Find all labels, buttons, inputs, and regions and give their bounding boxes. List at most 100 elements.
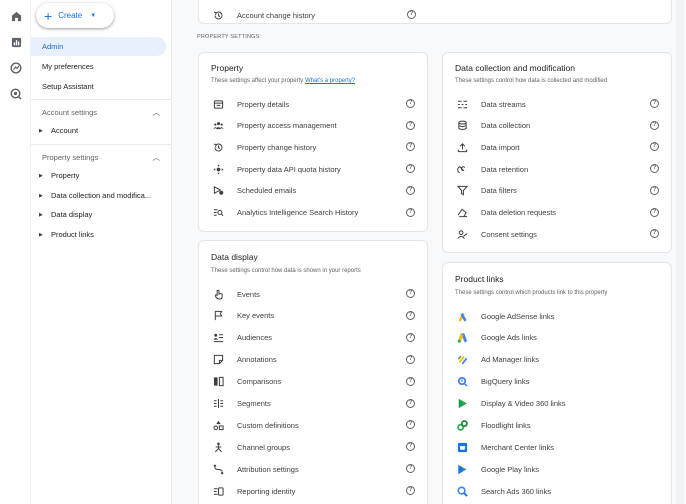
- ad-manager-links-row[interactable]: Ad Manager links: [455, 350, 539, 370]
- row-label: Data retention: [481, 164, 529, 174]
- nav-item-setup-assistant[interactable]: Setup Assistant: [31, 77, 166, 96]
- adsense-icon: [455, 309, 469, 323]
- home-icon[interactable]: [9, 9, 23, 23]
- bigquery-links-row[interactable]: BigQuery links: [455, 372, 529, 392]
- help-icon[interactable]: ?: [406, 185, 415, 195]
- advertising-icon[interactable]: [9, 87, 23, 101]
- eraser-icon: [455, 206, 469, 220]
- create-button[interactable]: + Create ▼: [36, 3, 114, 28]
- explore-icon[interactable]: [9, 61, 23, 75]
- help-icon[interactable]: ?: [406, 442, 415, 452]
- nav-sub-property[interactable]: ▶ Property: [39, 171, 79, 180]
- help-icon[interactable]: ?: [650, 229, 659, 239]
- floodlight-links-row[interactable]: Floodlight links: [455, 416, 531, 436]
- attribution-settings-row[interactable]: Attribution settings: [211, 459, 299, 479]
- card-subtitle: These settings control which products li…: [455, 290, 608, 296]
- help-icon[interactable]: ?: [650, 207, 659, 217]
- channel-groups-row[interactable]: Channel groups: [211, 437, 290, 457]
- help-icon[interactable]: ?: [406, 289, 415, 298]
- comparisons-row[interactable]: Comparisons: [211, 372, 281, 392]
- database-icon: [455, 119, 469, 133]
- property-access-management-row[interactable]: Property access management: [211, 116, 337, 136]
- property-data-api-quota-history-row[interactable]: Property data API quota history: [211, 159, 341, 179]
- help-icon[interactable]: ?: [406, 310, 415, 320]
- nav-sub-data-display[interactable]: ▶ Data display: [39, 210, 92, 219]
- events-row[interactable]: Events: [211, 284, 260, 304]
- data-collection-row[interactable]: Data collection: [455, 116, 530, 136]
- row-label: Analytics Intelligence Search History: [237, 208, 359, 217]
- help-icon[interactable]: ?: [406, 420, 415, 430]
- custom-definitions-icon: [211, 418, 225, 432]
- help-icon[interactable]: ?: [407, 10, 416, 19]
- consent-settings-row[interactable]: Consent settings: [455, 224, 537, 244]
- row-label: Data collection: [481, 121, 531, 131]
- merchant-center-links-row[interactable]: Merchant Center links: [455, 437, 554, 457]
- nav-sub-product-links[interactable]: ▶ Product links: [39, 230, 94, 239]
- create-label: Create: [58, 11, 83, 20]
- row-label: Google Play links: [481, 464, 539, 474]
- search-ads-360-icon: [455, 484, 469, 498]
- help-icon[interactable]: ?: [650, 164, 659, 174]
- data-collection-card: Data collection and modification These s…: [442, 52, 672, 253]
- nav-item-admin[interactable]: Admin: [31, 37, 166, 56]
- scrollbar[interactable]: [676, 0, 684, 504]
- help-icon[interactable]: ?: [406, 486, 415, 496]
- data-filters-row[interactable]: Data filters: [455, 181, 517, 201]
- property-change-history-row[interactable]: Property change history: [211, 137, 316, 157]
- events-icon: [211, 287, 225, 301]
- data-streams-row[interactable]: Data streams: [455, 94, 526, 114]
- reporting-identity-row[interactable]: Reporting identity: [211, 481, 295, 501]
- analytics-intelligence-search-history-row[interactable]: Analytics Intelligence Search History: [211, 203, 358, 223]
- google-play-links-row[interactable]: Google Play links: [455, 459, 539, 479]
- property-card: Property These settings affect your prop…: [198, 52, 428, 232]
- search-ads-360-links-row[interactable]: Search Ads 360 links: [455, 481, 551, 501]
- row-label: Data deletion requests: [481, 208, 557, 217]
- scheduled-emails-row[interactable]: Scheduled emails: [211, 181, 296, 201]
- help-icon[interactable]: ?: [406, 142, 415, 152]
- help-icon[interactable]: ?: [406, 398, 415, 408]
- help-icon[interactable]: ?: [406, 99, 415, 108]
- nav-sub-account[interactable]: ▶ Account: [39, 126, 78, 135]
- key-events-row[interactable]: Key events: [211, 306, 274, 326]
- row-label: Consent settings: [481, 229, 537, 239]
- account-change-history-row[interactable]: Account change history: [211, 5, 315, 25]
- help-icon[interactable]: ?: [406, 376, 415, 386]
- data-deletion-requests-row[interactable]: Data deletion requests: [455, 203, 556, 223]
- annotations-row[interactable]: Annotations: [211, 350, 277, 370]
- help-icon[interactable]: ?: [650, 120, 659, 130]
- help-icon[interactable]: ?: [406, 120, 415, 130]
- custom-definitions-row[interactable]: Custom definitions: [211, 415, 299, 435]
- help-icon[interactable]: ?: [406, 332, 415, 342]
- segments-row[interactable]: Segments: [211, 394, 271, 414]
- flag-icon: [211, 309, 225, 323]
- nav-item-my-preferences[interactable]: My preferences: [31, 57, 166, 76]
- help-icon[interactable]: ?: [650, 185, 659, 195]
- expand-arrow-icon: ▶: [39, 231, 43, 238]
- help-icon[interactable]: ?: [406, 164, 415, 174]
- row-label: BigQuery links: [481, 377, 530, 387]
- help-icon[interactable]: ?: [406, 207, 415, 217]
- row-label: Channel groups: [237, 442, 290, 452]
- google-ads-links-row[interactable]: Google Ads links: [455, 328, 537, 348]
- property-settings-header[interactable]: Property settings ︿: [42, 152, 160, 163]
- property-details-row[interactable]: Property details: [211, 94, 289, 114]
- data-retention-row[interactable]: Data retention: [455, 159, 528, 179]
- data-import-row[interactable]: Data import: [455, 137, 520, 157]
- google-adsense-links-row[interactable]: Google AdSense links: [455, 306, 554, 326]
- account-settings-header[interactable]: Account settings ︿: [42, 107, 160, 118]
- help-icon[interactable]: ?: [406, 354, 415, 364]
- help-icon[interactable]: ?: [650, 142, 659, 152]
- retention-icon: [455, 162, 469, 176]
- data-streams-icon: [455, 97, 469, 111]
- floodlight-icon: [455, 419, 469, 433]
- property-details-icon: [211, 97, 225, 111]
- audiences-row[interactable]: Audiences: [211, 328, 272, 348]
- nav-sub-data-collection[interactable]: ▶ Data collection and modifica...: [39, 191, 151, 200]
- product-links-card: Product links These settings control whi…: [442, 262, 672, 504]
- whats-a-property-link[interactable]: What's a property?: [305, 78, 355, 84]
- help-icon[interactable]: ?: [406, 464, 415, 474]
- reports-icon[interactable]: [9, 35, 23, 49]
- help-icon[interactable]: ?: [650, 99, 659, 108]
- display-video-360-links-row[interactable]: Display & Video 360 links: [455, 394, 566, 414]
- card-title: Data display: [211, 252, 258, 262]
